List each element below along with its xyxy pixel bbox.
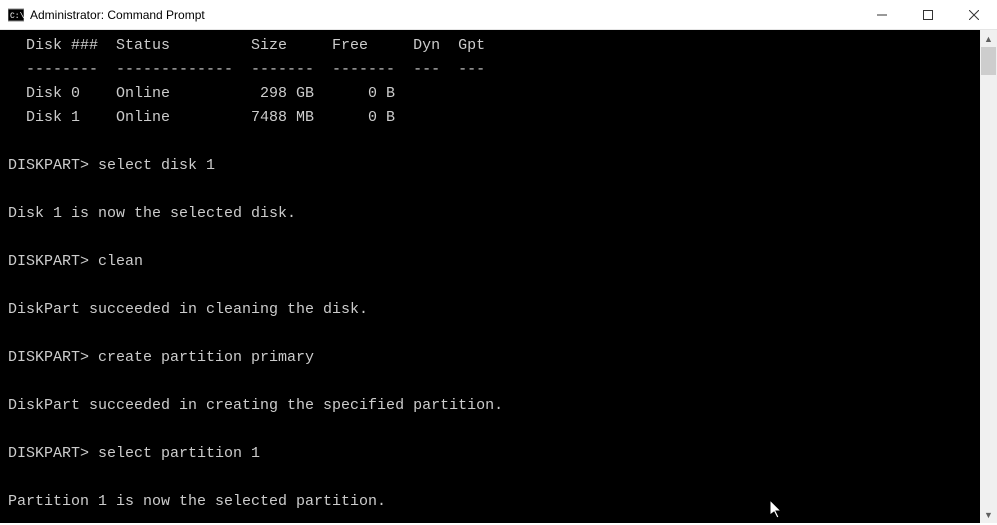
svg-text:C:\: C:\ [10,12,24,21]
scroll-thumb[interactable] [981,47,996,75]
scroll-up-arrow[interactable]: ▲ [980,30,997,47]
window-controls [859,0,997,29]
cmd-icon: C:\ [8,7,24,23]
window-title: Administrator: Command Prompt [30,8,859,22]
console-wrapper: Disk ### Status Size Free Dyn Gpt ------… [0,30,997,523]
maximize-button[interactable] [905,0,951,30]
minimize-button[interactable] [859,0,905,30]
console-output[interactable]: Disk ### Status Size Free Dyn Gpt ------… [0,30,980,523]
close-button[interactable] [951,0,997,30]
scroll-down-arrow[interactable]: ▼ [980,506,997,523]
vertical-scrollbar[interactable]: ▲ ▼ [980,30,997,523]
titlebar: C:\ Administrator: Command Prompt [0,0,997,30]
